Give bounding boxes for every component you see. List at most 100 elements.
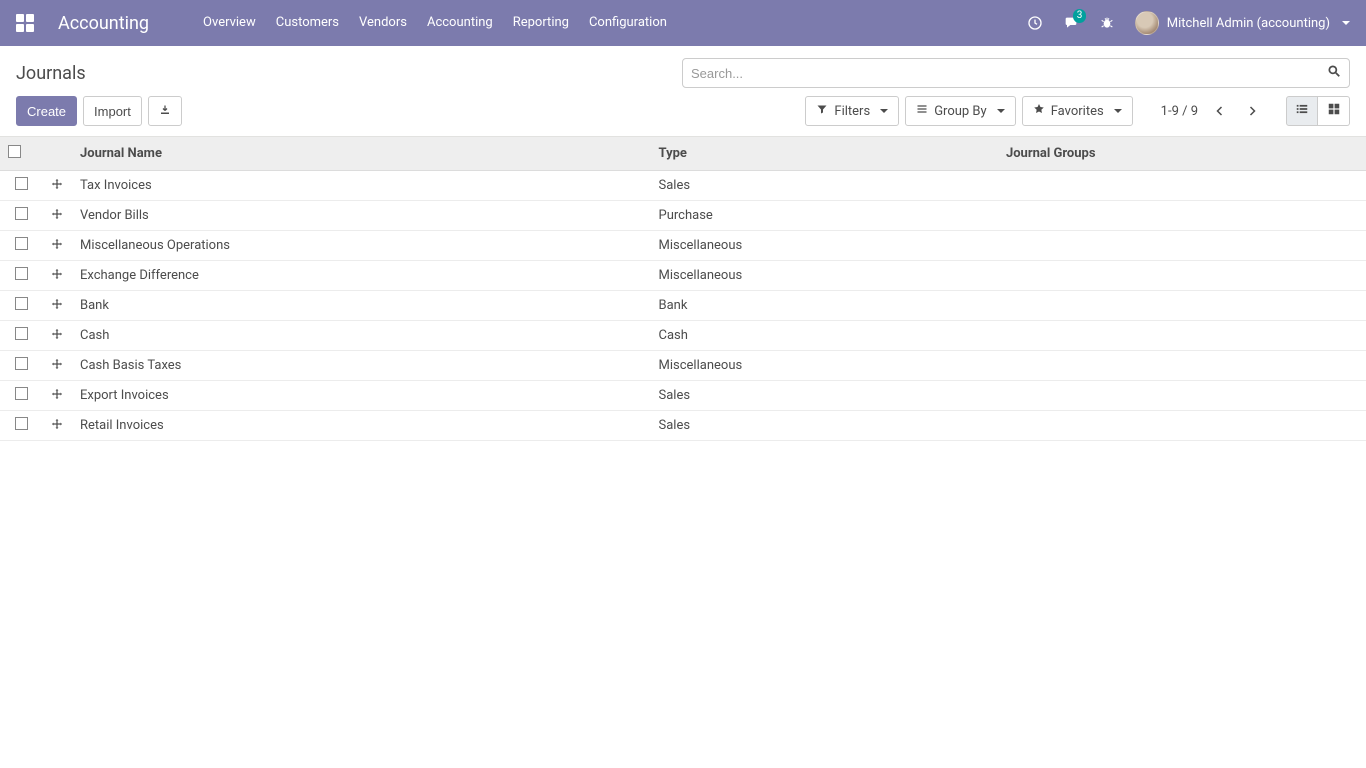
table-row[interactable]: Tax Invoices Sales: [0, 171, 1366, 201]
cell-type[interactable]: Sales: [651, 381, 998, 411]
cell-journal-name[interactable]: Retail Invoices: [72, 411, 651, 441]
nav-accounting[interactable]: Accounting: [417, 0, 503, 46]
checkbox-icon[interactable]: [15, 237, 28, 250]
row-select[interactable]: [0, 381, 42, 411]
nav-reporting[interactable]: Reporting: [503, 0, 579, 46]
cell-type[interactable]: Sales: [651, 411, 998, 441]
table-row[interactable]: Vendor Bills Purchase: [0, 201, 1366, 231]
table-row[interactable]: Bank Bank: [0, 291, 1366, 321]
table-row[interactable]: Cash Basis Taxes Miscellaneous: [0, 351, 1366, 381]
drag-handle-icon[interactable]: [51, 328, 63, 340]
search-options: Filters Group By Favorites: [805, 96, 1132, 126]
cell-journal-name[interactable]: Cash Basis Taxes: [72, 351, 651, 381]
chevron-down-icon: [1114, 109, 1122, 113]
filters-dropdown[interactable]: Filters: [805, 96, 899, 126]
search-icon[interactable]: [1321, 64, 1341, 82]
drag-handle-icon[interactable]: [51, 358, 63, 370]
cell-type[interactable]: Purchase: [651, 201, 998, 231]
pager-range[interactable]: 1-9 / 9: [1161, 104, 1198, 119]
row-select[interactable]: [0, 321, 42, 351]
table-row[interactable]: Retail Invoices Sales: [0, 411, 1366, 441]
pager-prev[interactable]: [1206, 96, 1234, 126]
cell-type[interactable]: Sales: [651, 171, 998, 201]
search-input[interactable]: [691, 66, 1321, 81]
checkbox-icon[interactable]: [15, 267, 28, 280]
cell-journal-groups[interactable]: [998, 411, 1366, 441]
favorites-dropdown[interactable]: Favorites: [1022, 96, 1133, 126]
cell-type[interactable]: Miscellaneous: [651, 351, 998, 381]
nav-overview[interactable]: Overview: [193, 0, 266, 46]
debug-icon[interactable]: [1099, 15, 1115, 31]
cell-journal-groups[interactable]: [998, 171, 1366, 201]
drag-handle-icon[interactable]: [51, 298, 63, 310]
row-select[interactable]: [0, 291, 42, 321]
row-select[interactable]: [0, 411, 42, 441]
nav-customers[interactable]: Customers: [266, 0, 349, 46]
row-select[interactable]: [0, 201, 42, 231]
create-button[interactable]: Create: [16, 96, 77, 126]
header-select-all[interactable]: [0, 137, 42, 171]
drag-handle-icon[interactable]: [51, 418, 63, 430]
checkbox-icon[interactable]: [15, 417, 28, 430]
row-select[interactable]: [0, 171, 42, 201]
row-select[interactable]: [0, 351, 42, 381]
cell-journal-name[interactable]: Tax Invoices: [72, 171, 651, 201]
table-row[interactable]: Exchange Difference Miscellaneous: [0, 261, 1366, 291]
cell-journal-name[interactable]: Exchange Difference: [72, 261, 651, 291]
view-list-button[interactable]: [1286, 96, 1318, 126]
header-type[interactable]: Type: [651, 137, 998, 171]
drag-handle-icon[interactable]: [51, 178, 63, 190]
cell-journal-name[interactable]: Miscellaneous Operations: [72, 231, 651, 261]
row-select[interactable]: [0, 261, 42, 291]
pager-next[interactable]: [1238, 96, 1266, 126]
checkbox-icon[interactable]: [15, 357, 28, 370]
checkbox-icon[interactable]: [15, 327, 28, 340]
export-button[interactable]: [148, 96, 182, 126]
checkbox-icon[interactable]: [15, 297, 28, 310]
view-kanban-button[interactable]: [1318, 96, 1350, 126]
cell-journal-groups[interactable]: [998, 261, 1366, 291]
drag-handle-icon[interactable]: [51, 208, 63, 220]
user-menu[interactable]: Mitchell Admin (accounting): [1135, 11, 1350, 35]
row-select[interactable]: [0, 231, 42, 261]
cell-journal-groups[interactable]: [998, 321, 1366, 351]
list-view-icon: [1295, 102, 1309, 120]
drag-handle-icon[interactable]: [51, 238, 63, 250]
cell-journal-name[interactable]: Cash: [72, 321, 651, 351]
cell-journal-name[interactable]: Vendor Bills: [72, 201, 651, 231]
cell-journal-groups[interactable]: [998, 231, 1366, 261]
cell-journal-groups[interactable]: [998, 291, 1366, 321]
apps-icon[interactable]: [16, 14, 34, 32]
table-row[interactable]: Cash Cash: [0, 321, 1366, 351]
table-row[interactable]: Miscellaneous Operations Miscellaneous: [0, 231, 1366, 261]
app-brand[interactable]: Accounting: [58, 13, 149, 34]
checkbox-icon[interactable]: [15, 207, 28, 220]
checkbox-icon[interactable]: [8, 145, 21, 158]
import-button[interactable]: Import: [83, 96, 142, 126]
cell-journal-groups[interactable]: [998, 381, 1366, 411]
header-handle: [42, 137, 72, 171]
header-journal-name[interactable]: Journal Name: [72, 137, 651, 171]
cell-type[interactable]: Bank: [651, 291, 998, 321]
cell-journal-name[interactable]: Export Invoices: [72, 381, 651, 411]
cell-journal-groups[interactable]: [998, 201, 1366, 231]
cell-journal-groups[interactable]: [998, 351, 1366, 381]
groupby-dropdown[interactable]: Group By: [905, 96, 1016, 126]
cell-type[interactable]: Miscellaneous: [651, 261, 998, 291]
drag-handle-icon[interactable]: [51, 268, 63, 280]
cell-type[interactable]: Miscellaneous: [651, 231, 998, 261]
messages-icon[interactable]: 3: [1063, 15, 1079, 31]
filter-icon: [816, 103, 828, 119]
checkbox-icon[interactable]: [15, 387, 28, 400]
drag-handle-icon[interactable]: [51, 388, 63, 400]
cell-type[interactable]: Cash: [651, 321, 998, 351]
checkbox-icon[interactable]: [15, 177, 28, 190]
nav-vendors[interactable]: Vendors: [349, 0, 417, 46]
header-journal-groups[interactable]: Journal Groups: [998, 137, 1366, 171]
cell-journal-name[interactable]: Bank: [72, 291, 651, 321]
nav-configuration[interactable]: Configuration: [579, 0, 677, 46]
search-box[interactable]: [682, 58, 1350, 88]
table-row[interactable]: Export Invoices Sales: [0, 381, 1366, 411]
activity-icon[interactable]: [1027, 15, 1043, 31]
journals-table: Journal Name Type Journal Groups Tax Inv…: [0, 137, 1366, 441]
